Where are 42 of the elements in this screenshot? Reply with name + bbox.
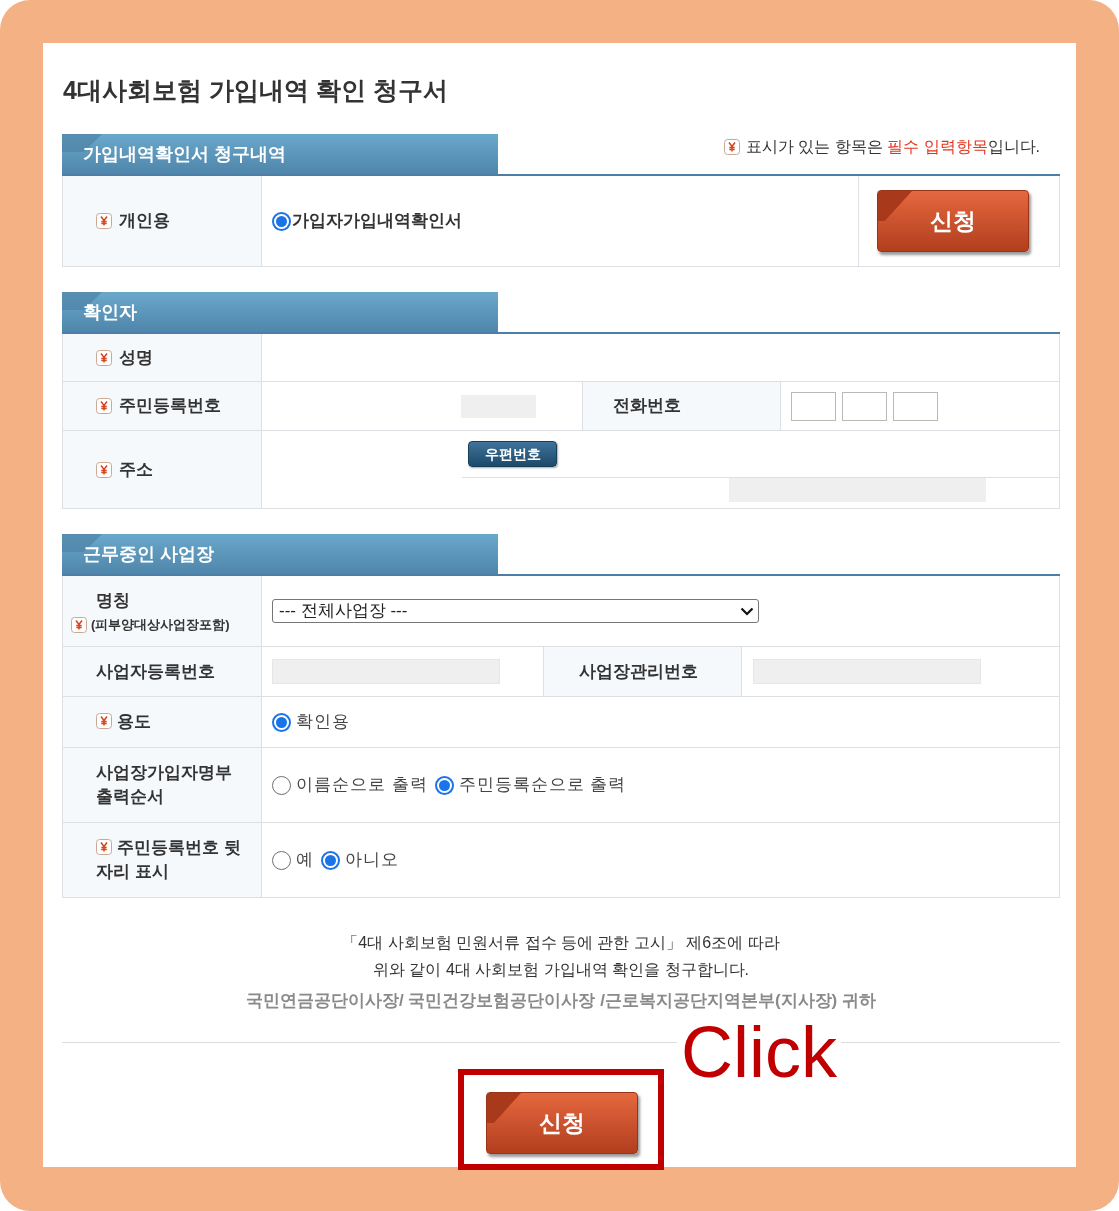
required-note: 표시가 있는 항목은 필수 입력항목입니다. [745,137,1040,157]
page-title: 4대사회보험 가입내역 확인 청구서 [62,75,449,105]
yen-icon [723,139,740,155]
radio-label[interactable]: 주민등록순으로 출력 [458,772,627,798]
radio-label[interactable]: 이름순으로 출력 [296,772,428,798]
apply-button[interactable]: 신청 [486,1092,638,1154]
field-label: 주민등록번호 뒷자리 표시 [96,838,241,881]
field-label: 사업장관리번호 [579,660,698,683]
radio-button[interactable] [272,775,291,795]
chevron-down-icon [740,606,754,616]
field-label: 명칭 [96,589,131,612]
field-label: 전화번호 [613,395,681,418]
radio-button[interactable] [321,850,340,870]
radio-button[interactable] [272,211,291,231]
field-label: 주소 [119,458,153,481]
input-field[interactable] [729,478,986,502]
radio-button[interactable] [272,712,291,732]
input-field[interactable] [842,391,887,421]
radio-label[interactable]: 예 [296,847,314,873]
workplace-select[interactable]: --- 전체사업장 --- [272,599,759,623]
section-header: 가입내역확인서 청구내역 [62,134,498,174]
addressee-text: 국민연금공단이사장/ 국민건강보험공단이사장 /근로복지공단지역본부(지사장) 귀하 [246,990,876,1012]
input-field[interactable] [893,391,938,421]
field-label: 주민등록번호 [119,395,221,418]
radio-label[interactable]: 확인용 [296,709,350,735]
radio-label[interactable]: 가입자가입내역확인서 [292,208,462,234]
radio-button[interactable] [272,850,291,870]
field-label: 개인용 [119,210,170,233]
field-label: 성명 [119,346,153,369]
notice-text: 위와 같이 4대 사회보험 가입내역 확인을 청구합니다. [373,960,749,980]
zip-code-button[interactable]: 우편번호 [468,441,557,467]
apply-button[interactable]: 신청 [877,190,1029,252]
section-header: 확인자 [62,292,498,332]
section-header: 근무중인 사업장 [62,534,498,574]
radio-label[interactable]: 아니오 [345,847,399,873]
field-label: 사업장가입자명부 출력순서 [96,763,232,806]
field-note: (피부양대상사업장포함) [91,616,230,634]
notice-text: 「4대 사회보험 민원서류 접수 등에 관한 고시」 제6조에 따라 [342,933,780,953]
radio-button[interactable] [434,775,454,795]
field-label: 용도 [117,712,151,731]
field-label: 사업자등록번호 [96,660,215,683]
input-field[interactable] [791,391,836,421]
